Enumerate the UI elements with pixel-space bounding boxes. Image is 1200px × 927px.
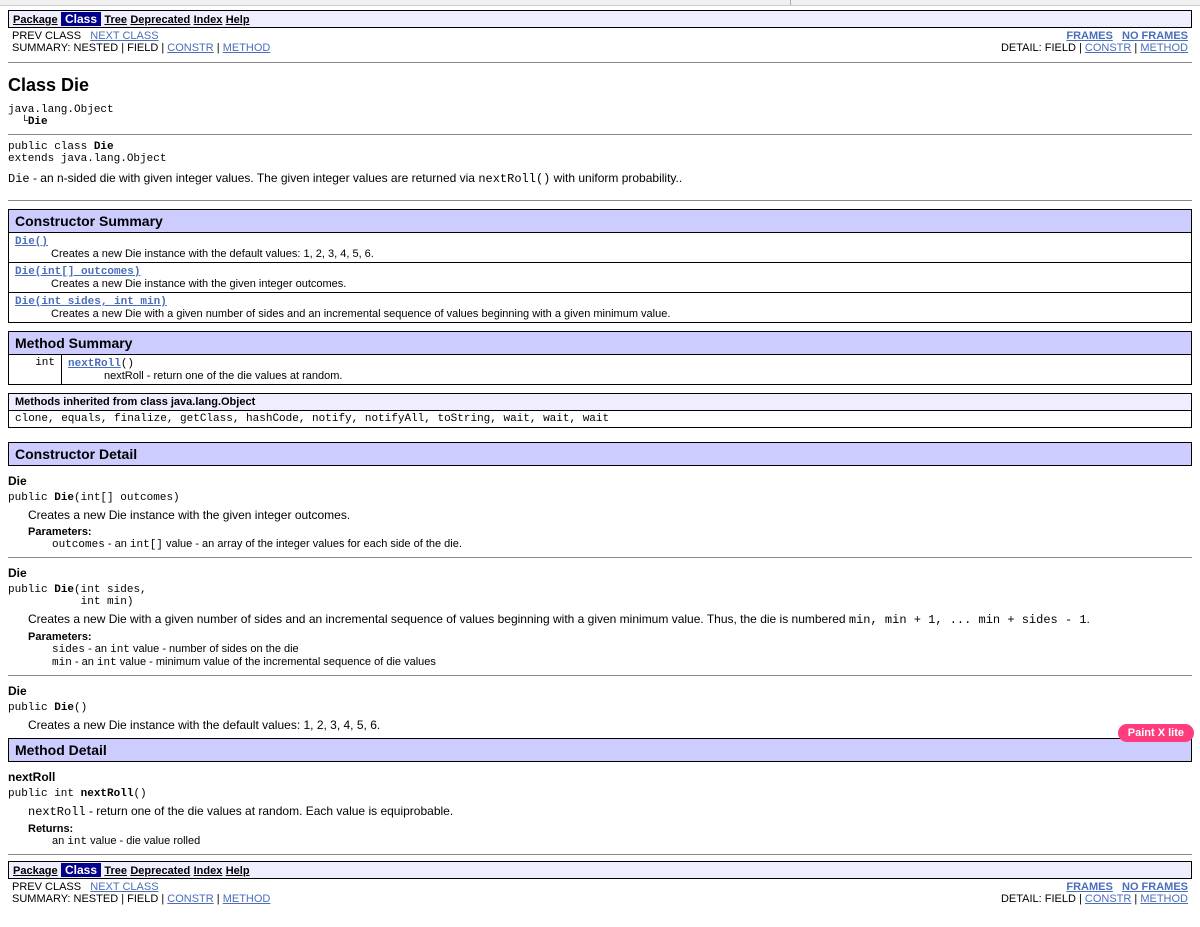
nav-class-selected: Class (61, 12, 101, 26)
nav-deprecated[interactable]: Deprecated (130, 865, 190, 877)
returns-label: Returns: (28, 823, 1192, 835)
member-description: Creates a new Die instance with the defa… (28, 718, 1192, 732)
bottom-subnav: PREV CLASS NEXT CLASS SUMMARY: NESTED | … (8, 879, 1192, 907)
method-desc: nextRoll - return one of the die values … (104, 370, 1185, 382)
summary-constr-link[interactable]: CONSTR (167, 42, 213, 54)
top-navbar: Package Class Tree Deprecated Index Help (8, 10, 1192, 28)
next-class-link[interactable]: NEXT CLASS (90, 881, 158, 893)
member-name: nextRoll (8, 770, 1192, 784)
constructor-link[interactable]: Die(int sides, int min) (15, 296, 167, 308)
top-subnav: PREV CLASS NEXT CLASS SUMMARY: NESTED | … (8, 28, 1192, 56)
prev-class: PREV CLASS (12, 881, 81, 893)
class-declaration: public class Die extends java.lang.Objec… (8, 141, 1192, 165)
nav-tree[interactable]: Tree (104, 865, 127, 877)
detail-method-link[interactable]: METHOD (1140, 42, 1188, 54)
summary-label: SUMMARY: NESTED | FIELD | (12, 42, 167, 54)
constructor-link[interactable]: Die() (15, 236, 48, 248)
constructor-desc: Creates a new Die with a given number of… (51, 308, 1185, 320)
watermark-badge: Paint X lite (1118, 724, 1194, 742)
inherited-head: Methods inherited from class java.lang.O… (9, 394, 1192, 411)
nav-index[interactable]: Index (194, 865, 223, 877)
constructor-detail-head: Constructor Detail (8, 442, 1192, 466)
parameter-item: sides - an int value - number of sides o… (52, 643, 1192, 656)
table-row: Die(int[] outcomes) Creates a new Die in… (9, 263, 1192, 293)
inherited-list: clone, equals, finalize, getClass, hashC… (9, 411, 1192, 428)
member-name: Die (8, 684, 1192, 698)
detail-constr-link[interactable]: CONSTR (1085, 893, 1131, 905)
noframes-link[interactable]: NO FRAMES (1122, 881, 1188, 893)
nav-help[interactable]: Help (226, 14, 250, 26)
class-title: Class Die (8, 75, 1192, 96)
detail-label: DETAIL: FIELD | (1001, 42, 1085, 54)
member-declaration: public Die() (8, 702, 1192, 714)
browser-chrome (0, 0, 1200, 6)
class-description: Die - an n-sided die with given integer … (8, 171, 1192, 186)
constructor-desc: Creates a new Die instance with the defa… (51, 248, 1185, 260)
member-declaration: public int nextRoll() (8, 788, 1192, 800)
member-description: Creates a new Die instance with the give… (28, 508, 1192, 522)
method-detail-head: Method Detail (8, 738, 1192, 762)
nav-package[interactable]: Package (13, 865, 58, 877)
parameters-label: Parameters: (28, 631, 1192, 643)
constructor-summary-head: Constructor Summary (9, 210, 1192, 233)
nav-help[interactable]: Help (226, 865, 250, 877)
table-row: Die() Creates a new Die instance with th… (9, 233, 1192, 263)
detail-label: DETAIL: FIELD | (1001, 893, 1085, 905)
member-declaration: public Die(int[] outcomes) (8, 492, 1192, 504)
table-row: int nextRoll() nextRoll - return one of … (9, 355, 1192, 385)
parameter-item: min - an int value - minimum value of th… (52, 656, 1192, 669)
member-declaration: public Die(int sides, int min) (8, 584, 1192, 608)
type-hierarchy: java.lang.Object └Die (8, 104, 1192, 128)
member-description: Creates a new Die with a given number of… (28, 612, 1192, 627)
bottom-navbar: Package Class Tree Deprecated Index Help (8, 861, 1192, 879)
member-description: nextRoll - return one of the die values … (28, 804, 1192, 819)
parameter-item: outcomes - an int[] value - an array of … (52, 538, 1192, 551)
next-class-link[interactable]: NEXT CLASS (90, 30, 158, 42)
nav-index[interactable]: Index (194, 14, 223, 26)
summary-constr-link[interactable]: CONSTR (167, 893, 213, 905)
noframes-link[interactable]: NO FRAMES (1122, 30, 1188, 42)
nav-class-selected: Class (61, 863, 101, 877)
summary-method-link[interactable]: METHOD (223, 893, 271, 905)
nav-package[interactable]: Package (13, 14, 58, 26)
constructor-desc: Creates a new Die instance with the give… (51, 278, 1185, 290)
member-name: Die (8, 566, 1192, 580)
parameters-label: Parameters: (28, 526, 1192, 538)
return-type: int (9, 355, 62, 385)
nav-deprecated[interactable]: Deprecated (130, 14, 190, 26)
table-row: Die(int sides, int min) Creates a new Di… (9, 293, 1192, 323)
constructor-link[interactable]: Die(int[] outcomes) (15, 266, 140, 278)
constructor-summary-table: Constructor Summary Die() Creates a new … (8, 209, 1192, 323)
method-summary-table: Method Summary int nextRoll() nextRoll -… (8, 331, 1192, 385)
nav-tree[interactable]: Tree (104, 14, 127, 26)
frames-link[interactable]: FRAMES (1066, 30, 1112, 42)
frames-link[interactable]: FRAMES (1066, 881, 1112, 893)
returns-item: an int value - die value rolled (52, 835, 1192, 848)
member-name: Die (8, 474, 1192, 488)
inherited-methods-table: Methods inherited from class java.lang.O… (8, 393, 1192, 428)
detail-constr-link[interactable]: CONSTR (1085, 42, 1131, 54)
prev-class: PREV CLASS (12, 30, 81, 42)
summary-label: SUMMARY: NESTED | FIELD | (12, 893, 167, 905)
method-link[interactable]: nextRoll (68, 358, 121, 370)
summary-method-link[interactable]: METHOD (223, 42, 271, 54)
method-summary-head: Method Summary (9, 332, 1192, 355)
detail-method-link[interactable]: METHOD (1140, 893, 1188, 905)
